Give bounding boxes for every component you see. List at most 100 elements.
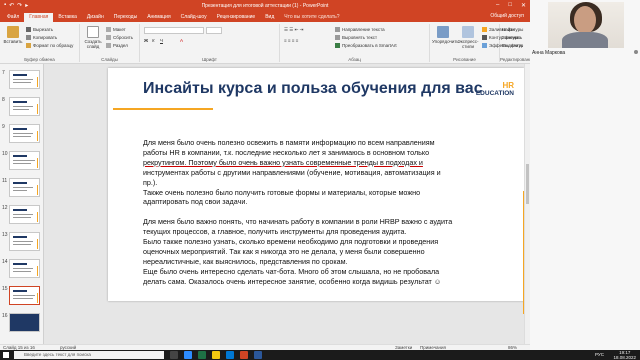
font-name-box[interactable] xyxy=(144,27,204,34)
thumbnail-12[interactable]: 12 xyxy=(0,203,44,229)
line: работы HR в компании, т.к. последние нес… xyxy=(143,147,430,157)
tab-view[interactable]: Вид xyxy=(260,13,279,22)
replace-button[interactable]: Заменить xyxy=(502,35,522,40)
arrange-icon xyxy=(437,26,449,38)
clipboard-group: Вставить Вырезать Копировать Формат по о… xyxy=(0,24,80,62)
italic-button[interactable]: К xyxy=(152,38,155,43)
smartart-icon xyxy=(335,43,340,48)
line: текущих процессов, а главное, получить и… xyxy=(143,227,407,237)
scrollbar-thumb[interactable] xyxy=(526,164,529,204)
thumbnail-image xyxy=(9,97,40,116)
align-buttons[interactable]: ≡ ≡ ≡ ≡ xyxy=(284,38,298,43)
scissors-icon xyxy=(26,27,31,32)
slide-canvas[interactable]: Инсайты курса и польза обучения для вас … xyxy=(108,68,527,314)
thumbnail-9[interactable]: 9 xyxy=(0,122,44,148)
excel-icon[interactable] xyxy=(198,351,206,359)
tell-me-search[interactable]: Что вы хотите сделать? xyxy=(279,13,344,22)
thumbnail-11[interactable]: 11 xyxy=(0,176,44,202)
thumbnail-16[interactable]: 16 xyxy=(0,311,44,337)
font-group: Ж К Ч А Шрифт xyxy=(140,24,280,62)
paragraph-group: ☰ ☰ ⇤ ⇥ ≡ ≡ ≡ ≡ Направление текста Выров… xyxy=(280,24,430,62)
more-options-icon[interactable] xyxy=(634,50,638,54)
input-language[interactable]: РУС xyxy=(595,352,604,357)
maximize-icon[interactable]: □ xyxy=(508,2,512,9)
layout-button[interactable]: Макет xyxy=(106,27,126,32)
slide-icon xyxy=(87,26,99,38)
line: оценочных мероприятий. Так как я никогда… xyxy=(143,246,425,256)
underline-button[interactable]: Ч xyxy=(160,38,163,43)
text-direction-button[interactable]: Направление текста xyxy=(335,27,385,32)
minimize-icon[interactable]: – xyxy=(496,2,499,9)
tab-insert[interactable]: Вставка xyxy=(53,13,82,22)
thumbnail-image xyxy=(9,205,40,224)
tab-slideshow[interactable]: Слайд-шоу xyxy=(176,13,212,22)
cut-button[interactable]: Вырезать xyxy=(26,27,53,32)
thumbnail-image xyxy=(9,151,40,170)
paste-button[interactable]: Вставить xyxy=(3,26,23,44)
outline-icon xyxy=(482,35,487,40)
share-button[interactable]: Общий доступ xyxy=(490,13,524,19)
tab-home[interactable]: Главная xyxy=(24,13,54,22)
thumbnail-image xyxy=(9,178,40,197)
education-logo: EDUCATION xyxy=(475,90,514,97)
bullets-button[interactable]: ☰ ☰ ⇤ ⇥ xyxy=(284,27,303,33)
windows-start-icon[interactable] xyxy=(3,352,9,358)
powerpoint-icon[interactable] xyxy=(240,351,248,359)
arrange-button[interactable]: Упорядочить xyxy=(432,26,459,44)
slide-title[interactable]: Инсайты курса и польза обучения для вас xyxy=(143,80,483,98)
window-title: Презентация для итоговой аттестации (1) … xyxy=(201,3,329,9)
hr-logo: HR xyxy=(502,81,514,90)
align-text-button[interactable]: Выровнять текст xyxy=(335,35,377,40)
font-color-button[interactable]: А xyxy=(180,38,183,43)
tab-file[interactable]: Файл xyxy=(2,13,24,22)
person-body xyxy=(562,32,608,48)
tab-animations[interactable]: Анимация xyxy=(142,13,175,22)
thumbnail-10[interactable]: 10 xyxy=(0,149,44,175)
section-button[interactable]: Раздел xyxy=(106,43,128,48)
zoom-app-icon[interactable] xyxy=(184,351,192,359)
thumbnail-8[interactable]: 8 xyxy=(0,95,44,121)
copy-button[interactable]: Копировать xyxy=(26,35,57,40)
close-icon[interactable]: ✕ xyxy=(521,2,526,9)
line: Для меня было важно понять, что начинать… xyxy=(143,217,453,227)
edge-icon[interactable] xyxy=(226,351,234,359)
clock[interactable]: 19:17 18.08.2022 xyxy=(613,350,636,360)
brush-icon xyxy=(26,43,31,48)
bold-button[interactable]: Ж xyxy=(144,38,148,43)
select-button[interactable]: Выделить xyxy=(502,43,523,48)
format-painter-button[interactable]: Формат по образцу xyxy=(26,43,73,48)
smartart-button[interactable]: Преобразовать в SmartArt xyxy=(335,43,397,48)
paragraph-1: Для меня было очень полезно освежить в п… xyxy=(143,138,503,207)
thumbnail-15-selected[interactable]: 15 xyxy=(0,284,44,310)
tab-review[interactable]: Рецензирование xyxy=(212,13,261,22)
task-view-icon[interactable] xyxy=(170,351,178,359)
title-underline xyxy=(113,108,213,110)
thumbnail-13[interactable]: 13 xyxy=(0,230,44,256)
webcam-panel: Анна Маркова xyxy=(530,0,640,350)
word-icon[interactable] xyxy=(254,351,262,359)
line: адаптировать под свои задачи. xyxy=(143,197,248,207)
slide-body-text[interactable]: Для меня было очень полезно освежить в п… xyxy=(143,138,503,296)
ribbon: Вставить Вырезать Копировать Формат по о… xyxy=(0,22,534,64)
line: Также очень полезно было получить готовы… xyxy=(143,187,421,197)
reset-button[interactable]: Сбросить xyxy=(106,35,133,40)
line: пр.). xyxy=(143,177,158,187)
find-button[interactable]: Найти xyxy=(502,27,515,32)
paragraph-2: Для меня было важно понять, что начинать… xyxy=(143,217,503,286)
thumbnail-image xyxy=(9,259,40,278)
line: Еще было очень интересно сделать чат-бот… xyxy=(143,266,440,276)
taskbar-apps xyxy=(170,351,262,359)
tab-design[interactable]: Дизайн xyxy=(82,13,109,22)
thumbnail-image xyxy=(9,232,40,251)
font-size-box[interactable] xyxy=(206,27,222,34)
quick-styles-button[interactable]: Экспресс-стили xyxy=(456,26,480,49)
slides-group: Создать слайд Макет Сбросить Раздел Слай… xyxy=(80,24,140,62)
thumbnail-7[interactable]: 7 xyxy=(0,68,44,94)
new-slide-button[interactable]: Создать слайд xyxy=(82,26,104,49)
file-explorer-icon[interactable] xyxy=(212,351,220,359)
effects-icon xyxy=(482,43,487,48)
taskbar-search[interactable]: Введите здесь текст для поиска xyxy=(14,351,164,359)
thumbnail-14[interactable]: 14 xyxy=(0,257,44,283)
tab-transitions[interactable]: Переходы xyxy=(109,13,142,22)
line: рекрутингом. Поэтому было очень важно уз… xyxy=(143,157,423,167)
